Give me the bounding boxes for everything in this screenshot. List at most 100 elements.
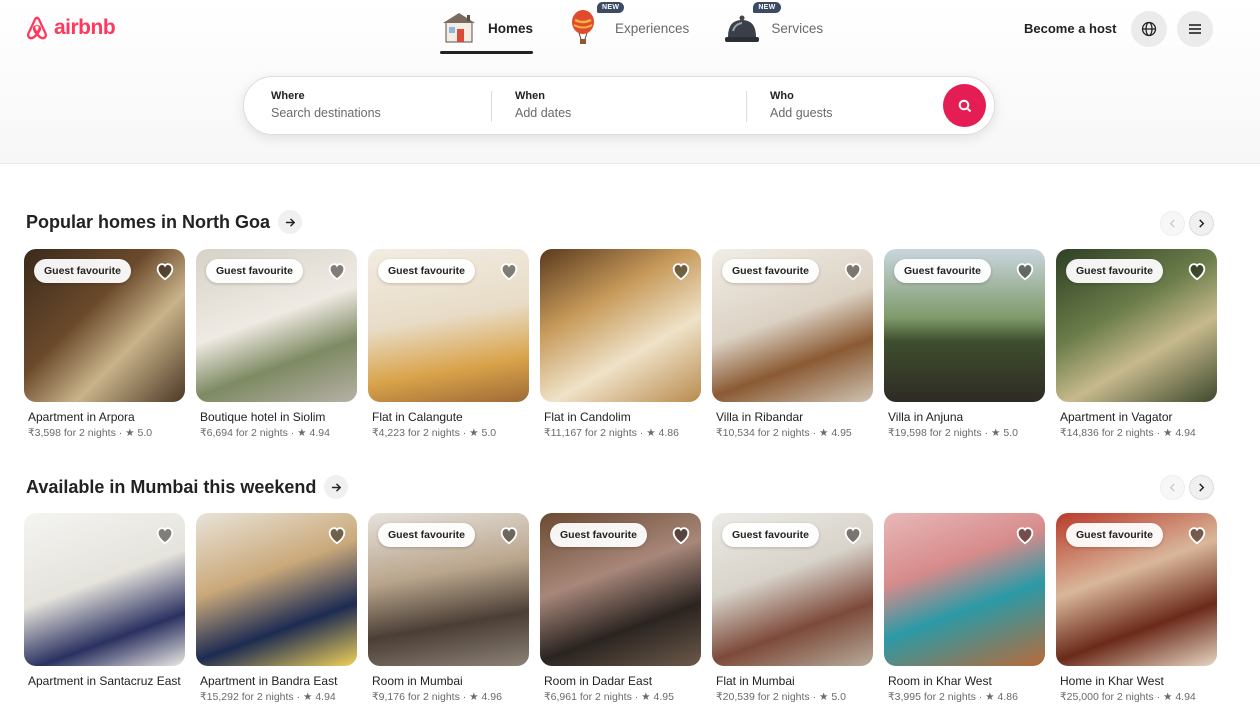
- listing-photo[interactable]: Guest favourite: [884, 249, 1045, 402]
- carousel-pager-mumbai: [1160, 475, 1214, 500]
- heart-icon[interactable]: [670, 260, 692, 282]
- heart-icon[interactable]: [670, 524, 692, 546]
- listing-photo[interactable]: Guest favourite: [368, 249, 529, 402]
- heart-icon[interactable]: [154, 260, 176, 282]
- carousel-next-button[interactable]: [1189, 475, 1214, 500]
- listing-title[interactable]: Apartment in Vagator: [1056, 410, 1217, 424]
- listing-price-rating: ₹3,995 for 2 nights · ★ 4.86: [888, 691, 1018, 703]
- section-arrow[interactable]: [324, 475, 349, 499]
- listing-title[interactable]: Villa in Ribandar: [712, 410, 873, 424]
- heart-icon[interactable]: [498, 524, 520, 546]
- hot-air-balloon-icon: [572, 10, 595, 44]
- listing-price-rating: ₹25,000 for 2 nights · ★ 4.94: [1060, 691, 1196, 703]
- service-bell-icon: [725, 15, 760, 42]
- listing-title[interactable]: Villa in Anjuna: [884, 410, 1045, 424]
- airbnb-logo[interactable]: airbnb: [24, 14, 116, 42]
- carousel-prev-button[interactable]: [1160, 211, 1185, 236]
- listing-title[interactable]: Room in Mumbai: [368, 674, 529, 688]
- listing-photo[interactable]: [24, 513, 185, 666]
- section-arrow[interactable]: [278, 210, 303, 234]
- listing-title[interactable]: Apartment in Santacruz East: [24, 674, 185, 688]
- search-divider: [491, 91, 492, 122]
- tab-services[interactable]: NEW Services: [723, 2, 824, 52]
- listing-card[interactable]: Guest favourite Apartment in Vagator ₹14…: [1056, 249, 1217, 439]
- section-title-text: Available in Mumbai this weekend: [26, 476, 317, 497]
- section-title-mumbai[interactable]: Available in Mumbai this weekend: [26, 475, 349, 499]
- listing-title[interactable]: Flat in Calangute: [368, 410, 529, 424]
- heart-icon[interactable]: [326, 260, 348, 282]
- arrow-right-icon: [285, 217, 295, 227]
- listing-photo[interactable]: [884, 513, 1045, 666]
- become-a-host-link[interactable]: Become a host: [1024, 21, 1116, 36]
- listing-photo[interactable]: Guest favourite: [1056, 513, 1217, 666]
- carousel-next-button[interactable]: [1189, 211, 1214, 236]
- section-title-goa[interactable]: Popular homes in North Goa: [26, 210, 303, 234]
- listing-title[interactable]: Flat in Candolim: [540, 410, 701, 424]
- listing-card[interactable]: Guest favourite Boutique hotel in Siolim…: [196, 249, 357, 439]
- listing-title[interactable]: Home in Khar West: [1056, 674, 1217, 688]
- heart-icon[interactable]: [1014, 260, 1036, 282]
- tab-services-label: Services: [771, 20, 824, 36]
- listing-card[interactable]: Guest favourite Room in Dadar East ₹6,96…: [540, 513, 701, 703]
- listing-title[interactable]: Boutique hotel in Siolim: [196, 410, 357, 424]
- listing-photo[interactable]: Guest favourite: [712, 249, 873, 402]
- language-button[interactable]: [1131, 11, 1167, 47]
- listing-card[interactable]: Guest favourite Apartment in Arpora ₹3,5…: [24, 249, 185, 439]
- listing-photo[interactable]: Guest favourite: [368, 513, 529, 666]
- listing-photo[interactable]: [196, 513, 357, 666]
- listing-photo[interactable]: Guest favourite: [1056, 249, 1217, 402]
- heart-icon[interactable]: [842, 524, 864, 546]
- listing-photo[interactable]: Guest favourite: [540, 513, 701, 666]
- tab-experiences[interactable]: NEW Experiences: [567, 2, 689, 52]
- listing-price-rating: ₹4,223 for 2 nights · ★ 5.0: [372, 427, 497, 439]
- listing-price-rating: ₹11,167 for 2 nights · ★ 4.86: [544, 427, 679, 439]
- listing-photo[interactable]: [540, 249, 701, 402]
- listing-card[interactable]: Flat in Candolim ₹11,167 for 2 nights · …: [540, 249, 701, 439]
- who-input[interactable]: Add guests: [770, 106, 920, 120]
- listing-title[interactable]: Apartment in Bandra East: [196, 674, 357, 688]
- new-badge: NEW: [753, 2, 781, 13]
- header: airbnb Homes NEW Experiences NEW Service…: [0, 0, 1260, 164]
- listing-price-rating: ₹15,292 for 2 nights · ★ 4.94: [200, 691, 336, 703]
- chevron-right-icon: [1199, 483, 1205, 492]
- guest-favourite-badge: Guest favourite: [894, 259, 992, 283]
- listing-price-rating: ₹6,961 for 2 nights · ★ 4.95: [544, 691, 674, 703]
- carousel-pager-goa: [1160, 211, 1214, 236]
- listing-card[interactable]: Apartment in Bandra East ₹15,292 for 2 n…: [196, 513, 357, 703]
- listing-card[interactable]: Guest favourite Villa in Ribandar ₹10,53…: [712, 249, 873, 439]
- heart-icon[interactable]: [1014, 524, 1036, 546]
- heart-icon[interactable]: [1186, 524, 1208, 546]
- listing-card[interactable]: Guest favourite Villa in Anjuna ₹19,598 …: [884, 249, 1045, 439]
- listing-card[interactable]: Guest favourite Flat in Calangute ₹4,223…: [368, 249, 529, 439]
- listing-card[interactable]: Apartment in Santacruz East: [24, 513, 185, 703]
- heart-icon[interactable]: [1186, 260, 1208, 282]
- when-input[interactable]: Add dates: [515, 106, 735, 120]
- main-menu-button[interactable]: [1177, 11, 1213, 47]
- heart-icon[interactable]: [326, 524, 348, 546]
- who-field[interactable]: Who Add guests: [770, 90, 920, 120]
- search-button[interactable]: [943, 84, 986, 127]
- listing-price-rating: ₹3,598 for 2 nights · ★ 5.0: [28, 427, 153, 439]
- listing-title[interactable]: Room in Dadar East: [540, 674, 701, 688]
- listing-card[interactable]: Guest favourite Flat in Mumbai ₹20,539 f…: [712, 513, 873, 703]
- heart-icon[interactable]: [154, 524, 176, 546]
- where-field[interactable]: Where Search destinations: [271, 90, 486, 120]
- listing-row-mumbai: Apartment in Santacruz East Apartment in…: [24, 513, 1217, 703]
- listing-photo[interactable]: Guest favourite: [712, 513, 873, 666]
- listing-photo[interactable]: Guest favourite: [24, 249, 185, 402]
- listing-title[interactable]: Flat in Mumbai: [712, 674, 873, 688]
- search-icon: [958, 99, 971, 112]
- heart-icon[interactable]: [498, 260, 520, 282]
- listing-title[interactable]: Room in Khar West: [884, 674, 1045, 688]
- where-input[interactable]: Search destinations: [271, 106, 486, 120]
- listing-card[interactable]: Room in Khar West ₹3,995 for 2 nights · …: [884, 513, 1045, 703]
- carousel-prev-button[interactable]: [1160, 475, 1185, 500]
- tab-homes[interactable]: Homes: [440, 6, 534, 54]
- listing-title[interactable]: Apartment in Arpora: [24, 410, 185, 424]
- listing-card[interactable]: Guest favourite Home in Khar West ₹25,00…: [1056, 513, 1217, 703]
- when-field[interactable]: When Add dates: [515, 90, 735, 120]
- listing-photo[interactable]: Guest favourite: [196, 249, 357, 402]
- listing-card[interactable]: Guest favourite Room in Mumbai ₹9,176 fo…: [368, 513, 529, 703]
- heart-icon[interactable]: [842, 260, 864, 282]
- guest-favourite-badge: Guest favourite: [1066, 523, 1164, 547]
